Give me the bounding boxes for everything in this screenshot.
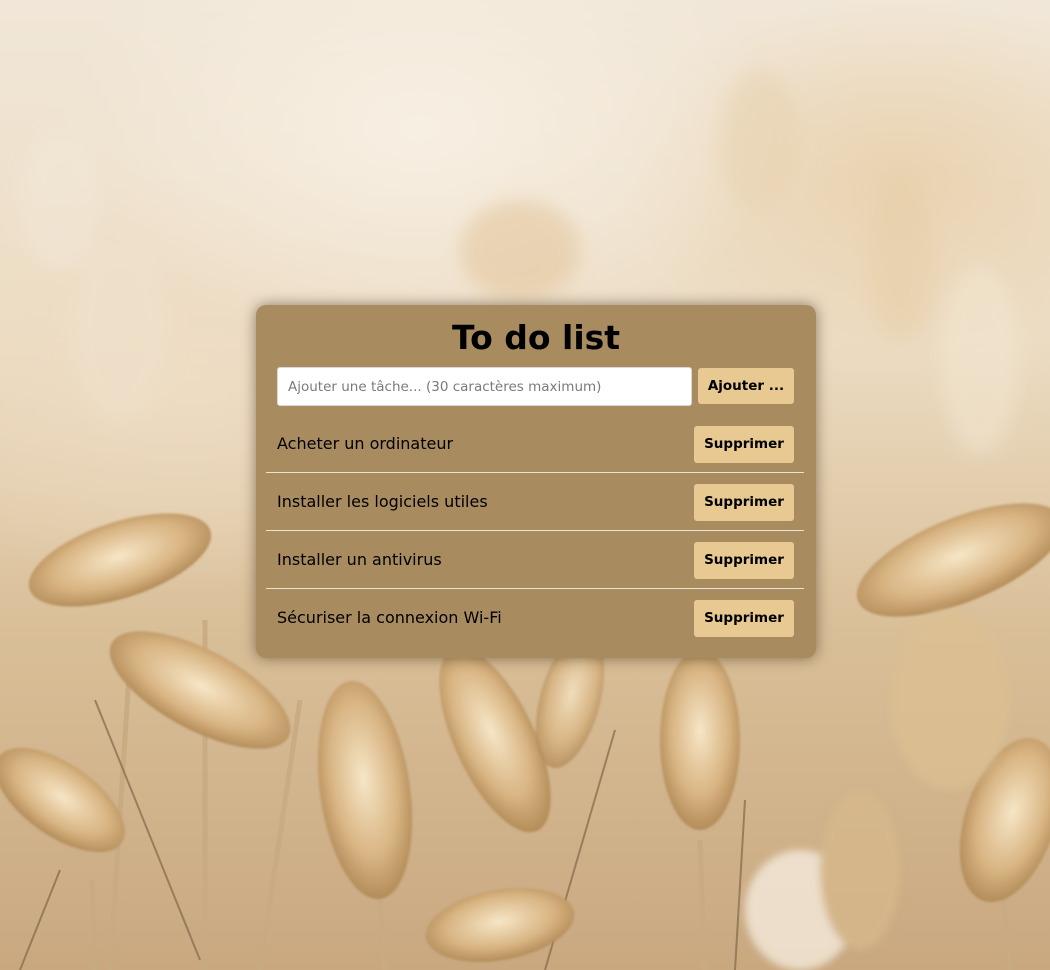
task-text: Sécuriser la connexion Wi-Fi <box>277 608 502 627</box>
task-text: Installer les logiciels utiles <box>277 492 488 511</box>
delete-task-button[interactable]: Supprimer <box>694 542 794 579</box>
add-task-button[interactable]: Ajouter ... <box>698 368 794 404</box>
task-text: Installer un antivirus <box>277 550 442 569</box>
delete-task-button[interactable]: Supprimer <box>694 600 794 637</box>
todo-card: To do list Ajouter ... Acheter un ordina… <box>256 305 816 658</box>
delete-task-button[interactable]: Supprimer <box>694 484 794 521</box>
task-item: Installer les logiciels utiles Supprimer <box>266 473 804 531</box>
task-list: Acheter un ordinateur Supprimer Installe… <box>266 415 804 647</box>
delete-task-button[interactable]: Supprimer <box>694 426 794 463</box>
task-item: Acheter un ordinateur Supprimer <box>266 415 804 473</box>
task-item: Installer un antivirus Supprimer <box>266 531 804 589</box>
task-input[interactable] <box>277 367 692 406</box>
task-text: Acheter un ordinateur <box>277 434 454 453</box>
app-title: To do list <box>451 318 621 357</box>
task-item: Sécuriser la connexion Wi-Fi Supprimer <box>266 589 804 647</box>
